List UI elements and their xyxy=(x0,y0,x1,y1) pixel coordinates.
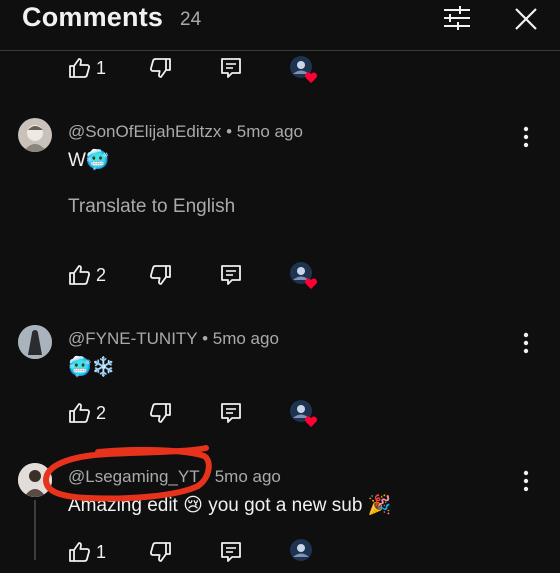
comment-meta: @Lsegaming_YT • 5mo ago xyxy=(68,467,281,487)
filter-sliders-icon[interactable] xyxy=(440,2,474,34)
reply-comment-icon[interactable] xyxy=(219,401,243,425)
thumbs-down-icon[interactable] xyxy=(148,540,172,564)
comment-author[interactable]: @FYNE-TUNITY xyxy=(68,329,197,348)
like-count: 2 xyxy=(96,403,107,423)
avatar[interactable] xyxy=(18,118,52,152)
comment-meta: @FYNE-TUNITY • 5mo ago xyxy=(68,329,279,349)
more-vertical-icon[interactable] xyxy=(514,330,538,358)
comment-meta: @SonOfElijahEditzx • 5mo ago xyxy=(68,122,303,142)
reply-thread-line xyxy=(34,500,36,560)
header-divider xyxy=(0,50,560,51)
comments-header: Comments 24 xyxy=(0,0,560,50)
creator-heart-icon xyxy=(288,538,318,568)
more-vertical-icon[interactable] xyxy=(514,124,538,152)
close-icon[interactable] xyxy=(510,4,542,34)
comments-count: 24 xyxy=(180,9,202,30)
like-count: 2 xyxy=(96,265,107,285)
reply-comment-icon[interactable] xyxy=(219,56,243,80)
avatar[interactable] xyxy=(18,325,52,359)
creator-heart-icon xyxy=(288,55,318,85)
reply-comment-icon[interactable] xyxy=(219,263,243,287)
thumbs-up-icon[interactable] xyxy=(68,56,92,80)
comment-time: • 5mo ago xyxy=(204,467,281,486)
comment-author[interactable]: @Lsegaming_YT xyxy=(68,467,199,486)
thumbs-up-icon[interactable] xyxy=(68,263,92,287)
thumbs-up-icon[interactable] xyxy=(68,401,92,425)
creator-heart-icon xyxy=(288,399,318,429)
comment-text: W🥶 xyxy=(68,150,110,171)
thumbs-down-icon[interactable] xyxy=(148,263,172,287)
comment-time: • 5mo ago xyxy=(202,329,279,348)
creator-heart-icon xyxy=(288,261,318,291)
avatar[interactable] xyxy=(18,463,52,497)
thumbs-up-icon[interactable] xyxy=(68,540,92,564)
thumbs-down-icon[interactable] xyxy=(148,56,172,80)
reply-comment-icon[interactable] xyxy=(219,540,243,564)
more-vertical-icon[interactable] xyxy=(514,468,538,496)
comment-time: • 5mo ago xyxy=(226,122,303,141)
thumbs-down-icon[interactable] xyxy=(148,401,172,425)
comment-author[interactable]: @SonOfElijahEditzx xyxy=(68,122,221,141)
translate-link[interactable]: Translate to English xyxy=(68,196,235,218)
comment-text: 🥶❄️ xyxy=(68,357,116,378)
like-count: 1 xyxy=(96,58,107,78)
comment-text: Amazing edit 😢 you got a new sub 🎉 xyxy=(68,495,392,516)
comments-title: Comments xyxy=(22,2,164,32)
